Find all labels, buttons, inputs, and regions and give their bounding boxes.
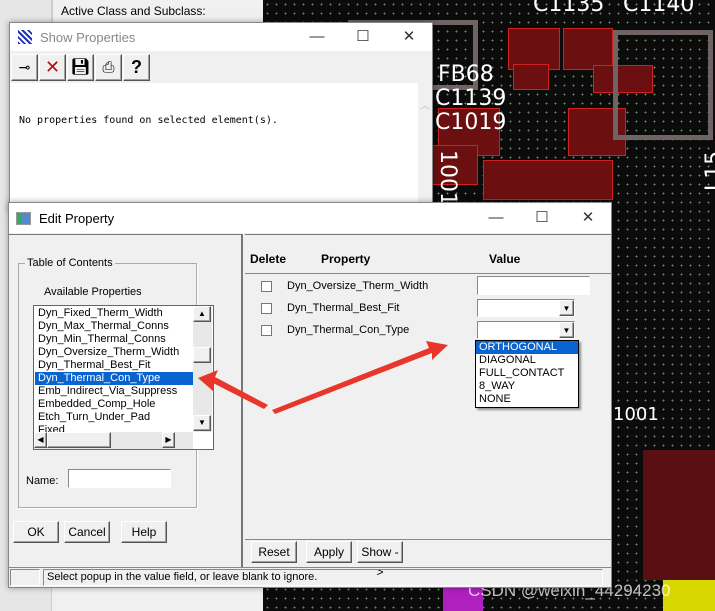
- red-arrow-left: [198, 370, 268, 409]
- annotation-arrows: [198, 341, 448, 414]
- red-arrow-right: [272, 341, 448, 414]
